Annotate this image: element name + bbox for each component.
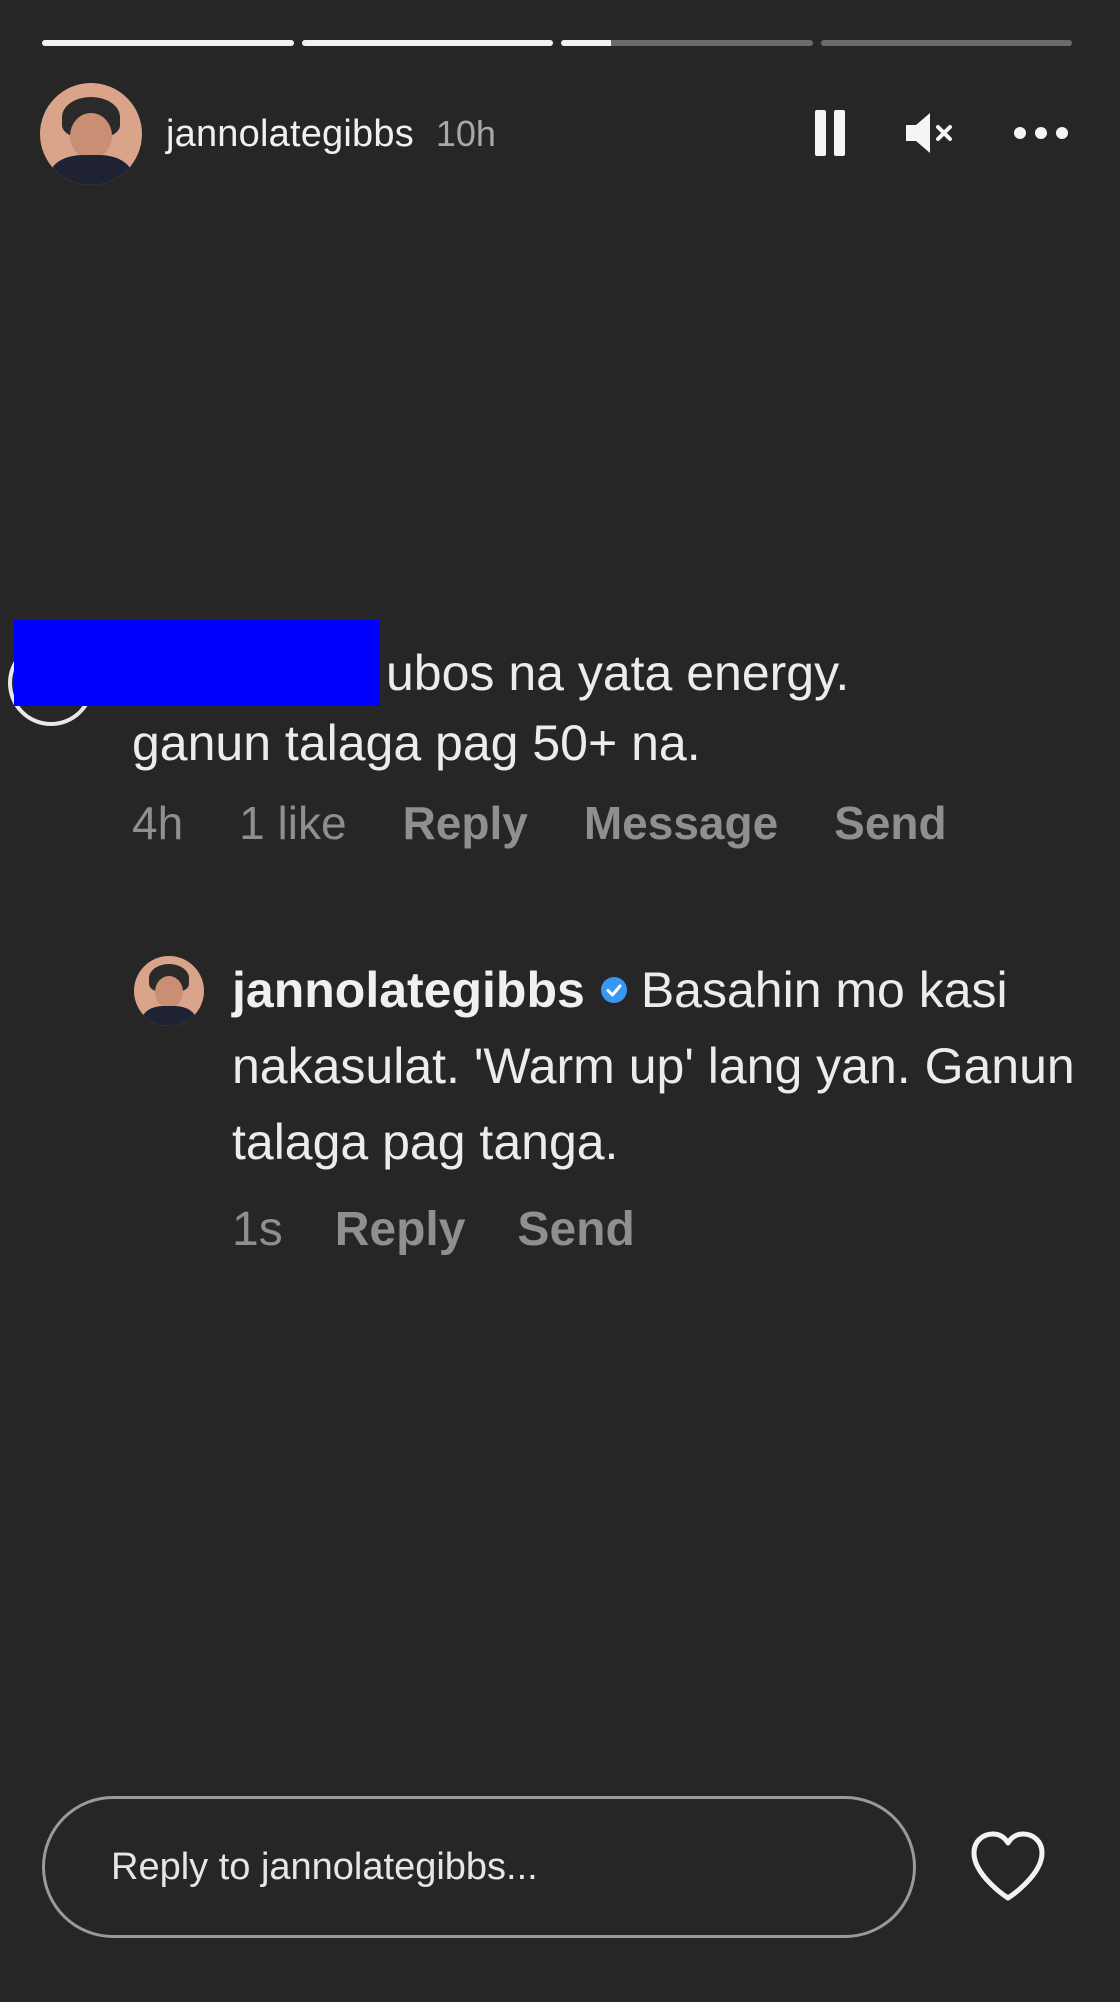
send-button[interactable]: Send: [517, 1202, 634, 1257]
progress-segment: [820, 40, 1072, 46]
mute-icon[interactable]: [902, 108, 954, 158]
progress-segment: [561, 40, 813, 46]
comment-time: 4h: [132, 797, 184, 849]
progress-fill: [561, 40, 612, 46]
comment-likes[interactable]: 1 like: [239, 796, 346, 850]
avatar[interactable]: [134, 956, 204, 1026]
comment-text-line: ganun talaga pag 50+ na.: [132, 715, 701, 771]
comment-text: ubos na yata energy. ganun talaga pag 50…: [132, 638, 1092, 778]
story-time: 10h: [435, 113, 496, 154]
more-icon[interactable]: [1014, 123, 1070, 143]
comment-meta: 4h 1 like Reply Message Send: [132, 796, 947, 850]
progress-segment: [301, 40, 553, 46]
send-button[interactable]: Send: [834, 796, 946, 850]
progress-fill: [42, 40, 294, 46]
progress-segment: [42, 40, 294, 46]
verified-badge-icon: [600, 976, 627, 1003]
story-header: jannolategibbs 10h: [40, 82, 1080, 186]
header-actions: [812, 108, 1070, 158]
reply-input-placeholder: Reply to jannolategibbs...: [111, 1845, 538, 1888]
pause-icon[interactable]: [812, 108, 848, 158]
reply-button[interactable]: Reply: [403, 796, 528, 850]
reply-button[interactable]: Reply: [335, 1202, 466, 1257]
avatar[interactable]: [40, 83, 142, 185]
reply-input[interactable]: Reply to jannolategibbs...: [42, 1796, 916, 1938]
message-button[interactable]: Message: [584, 796, 778, 850]
story-username[interactable]: jannolategibbs: [166, 113, 414, 156]
progress-fill: [301, 40, 553, 46]
reply-time: 1s: [232, 1203, 283, 1256]
reply-meta: 1s Reply Send: [232, 1202, 635, 1257]
comment-text-line: ubos na yata energy.: [386, 645, 850, 701]
reply-username[interactable]: jannolategibbs: [232, 962, 585, 1018]
story-progress-bar: [42, 40, 1072, 48]
heart-icon[interactable]: [966, 1826, 1050, 1906]
reply-text: jannolategibbs Basahin mo kasi nakasulat…: [232, 952, 1082, 1180]
